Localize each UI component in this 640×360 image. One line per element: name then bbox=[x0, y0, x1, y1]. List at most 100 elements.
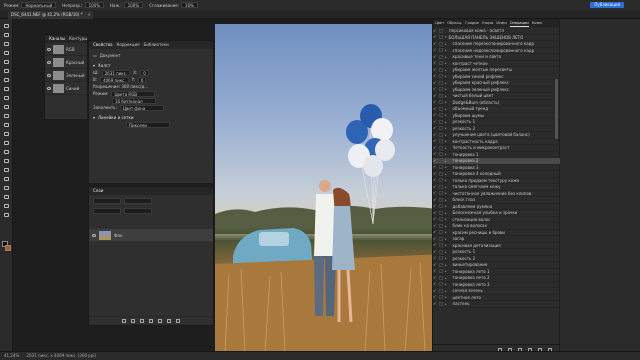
dialog-toggle-icon[interactable] bbox=[439, 87, 443, 92]
chevron-right-icon[interactable]: ▸ bbox=[445, 100, 447, 104]
chevron-right-icon[interactable]: ▸ bbox=[445, 42, 447, 46]
chevron-right-icon[interactable]: ▸ bbox=[445, 276, 447, 280]
link-icon[interactable] bbox=[122, 319, 126, 323]
tab-swatches[interactable]: Образц. bbox=[447, 19, 462, 27]
chevron-right-icon[interactable]: ▸ bbox=[445, 146, 447, 150]
background-color-swatch[interactable] bbox=[5, 245, 11, 251]
dialog-toggle-icon[interactable] bbox=[439, 61, 443, 66]
gradient-tool-icon[interactable] bbox=[3, 131, 10, 137]
move-tool-icon[interactable] bbox=[3, 23, 10, 29]
eye-icon[interactable] bbox=[47, 47, 51, 51]
checkmark-icon[interactable]: ✓ bbox=[433, 67, 437, 72]
chevron-down-icon[interactable]: ▾ bbox=[445, 35, 447, 39]
chevron-right-icon[interactable]: ▸ bbox=[445, 139, 447, 143]
layer-kind-filter[interactable] bbox=[93, 198, 121, 204]
checkmark-icon[interactable]: ✓ bbox=[433, 295, 437, 299]
tab-info[interactable]: Инфо bbox=[496, 19, 506, 27]
checkmark-icon[interactable]: ✓ bbox=[433, 197, 437, 202]
dialog-toggle-icon[interactable] bbox=[439, 106, 443, 111]
tab-libraries[interactable]: Библиотеки bbox=[144, 41, 169, 49]
chevron-right-icon[interactable]: ▸ bbox=[445, 237, 447, 241]
dialog-toggle-icon[interactable] bbox=[439, 184, 443, 189]
dialog-toggle-icon[interactable] bbox=[439, 93, 443, 98]
chevron-right-icon[interactable]: ▸ bbox=[445, 159, 447, 163]
dialog-toggle-icon[interactable] bbox=[439, 100, 443, 105]
checkmark-icon[interactable]: ✓ bbox=[433, 93, 437, 98]
chevron-right-icon[interactable]: ▸ bbox=[445, 172, 447, 176]
chevron-right-icon[interactable]: ▸ bbox=[445, 107, 447, 111]
checkmark-icon[interactable]: ✓ bbox=[433, 100, 437, 104]
mode-option[interactable]: Режим: Нормальный bbox=[4, 2, 57, 8]
checkmark-icon[interactable]: ✓ bbox=[433, 48, 437, 52]
eye-icon[interactable] bbox=[92, 233, 96, 237]
pen-tool-icon[interactable] bbox=[3, 158, 10, 164]
marquee-tool-icon[interactable] bbox=[3, 32, 10, 38]
tab-comments[interactable]: Комм bbox=[532, 19, 542, 27]
dialog-toggle-icon[interactable] bbox=[439, 282, 443, 287]
chevron-right-icon[interactable]: ▸ bbox=[445, 68, 447, 72]
folder-icon[interactable] bbox=[158, 319, 162, 323]
checkmark-icon[interactable]: ✓ bbox=[433, 106, 437, 111]
dialog-toggle-icon[interactable] bbox=[439, 126, 443, 131]
chevron-right-icon[interactable]: ▸ bbox=[445, 126, 447, 130]
tab-color[interactable]: Цвет bbox=[435, 19, 444, 27]
tab-adjustments[interactable]: Коррекция bbox=[117, 41, 140, 49]
checkmark-icon[interactable]: ✓ bbox=[433, 275, 437, 280]
dialog-toggle-icon[interactable] bbox=[439, 301, 443, 306]
type-tool-icon[interactable] bbox=[3, 167, 10, 173]
mode-select[interactable]: Нормальный bbox=[21, 2, 57, 8]
dialog-toggle-icon[interactable] bbox=[439, 197, 443, 202]
mask-icon[interactable] bbox=[140, 319, 144, 323]
checkmark-icon[interactable]: ✓ bbox=[433, 184, 437, 189]
bit-depth-select[interactable]: 16 бит/канал bbox=[112, 97, 156, 104]
dialog-toggle-icon[interactable] bbox=[439, 54, 443, 59]
dialog-toggle-icon[interactable] bbox=[439, 28, 443, 33]
clone-stamp-tool-icon[interactable] bbox=[3, 104, 10, 110]
chevron-right-icon[interactable]: ▸ bbox=[445, 243, 447, 247]
chevron-right-icon[interactable]: ▸ bbox=[445, 302, 447, 306]
tab-layers[interactable]: Слои bbox=[93, 187, 103, 195]
chevron-right-icon[interactable]: ▸ bbox=[445, 282, 447, 286]
checkmark-icon[interactable]: ✓ bbox=[433, 41, 437, 46]
frame-tool-icon[interactable] bbox=[3, 68, 10, 74]
channel-row-green[interactable]: Зеленый bbox=[45, 69, 87, 82]
layer-fill-control[interactable] bbox=[124, 208, 152, 214]
chevron-right-icon[interactable]: ▸ bbox=[445, 256, 447, 260]
checkmark-icon[interactable]: ✓ bbox=[433, 178, 437, 182]
eyedropper-tool-icon[interactable] bbox=[3, 77, 10, 83]
dialog-toggle-icon[interactable] bbox=[439, 275, 443, 280]
close-icon[interactable]: × bbox=[87, 11, 90, 19]
dialog-toggle-icon[interactable] bbox=[439, 145, 443, 150]
eye-icon[interactable] bbox=[47, 73, 51, 77]
checkmark-icon[interactable]: ✓ bbox=[433, 249, 437, 254]
checkmark-icon[interactable]: ✓ bbox=[433, 165, 437, 169]
blur-tool-icon[interactable] bbox=[3, 140, 10, 146]
dialog-toggle-icon[interactable] bbox=[439, 236, 443, 241]
healing-brush-tool-icon[interactable] bbox=[3, 86, 10, 92]
checkmark-icon[interactable]: ✓ bbox=[433, 191, 437, 195]
y-input[interactable]: 0 bbox=[137, 76, 147, 83]
dialog-toggle-icon[interactable] bbox=[439, 67, 443, 72]
chevron-right-icon[interactable]: ▸ bbox=[445, 250, 447, 254]
checkmark-icon[interactable]: ✓ bbox=[433, 262, 437, 267]
lasso-tool-icon[interactable] bbox=[3, 41, 10, 47]
checkmark-icon[interactable]: ✓ bbox=[433, 210, 437, 215]
brush-tool-icon[interactable] bbox=[3, 95, 10, 101]
tab-gradients[interactable]: Градие bbox=[465, 19, 479, 27]
pressure-input[interactable]: 100% bbox=[123, 2, 144, 8]
dialog-toggle-icon[interactable] bbox=[439, 178, 443, 183]
crop-tool-icon[interactable] bbox=[3, 59, 10, 65]
dialog-toggle-icon[interactable] bbox=[439, 204, 443, 209]
new-layer-icon[interactable] bbox=[167, 319, 171, 323]
zoom-level[interactable]: 41,24% bbox=[4, 353, 19, 358]
opacity-option[interactable]: Непрозр.: 100% bbox=[62, 2, 104, 8]
hand-tool-icon[interactable] bbox=[3, 194, 10, 200]
checkmark-icon[interactable]: ✓ bbox=[433, 61, 437, 65]
dialog-toggle-icon[interactable] bbox=[439, 41, 443, 46]
fill-select[interactable]: Цвет фона bbox=[119, 104, 164, 111]
checkmark-icon[interactable]: ✓ bbox=[433, 230, 437, 234]
eye-icon[interactable] bbox=[47, 60, 51, 64]
chevron-right-icon[interactable]: ▸ bbox=[445, 165, 447, 169]
checkmark-icon[interactable]: ✓ bbox=[433, 217, 437, 221]
dialog-toggle-icon[interactable] bbox=[439, 113, 443, 118]
